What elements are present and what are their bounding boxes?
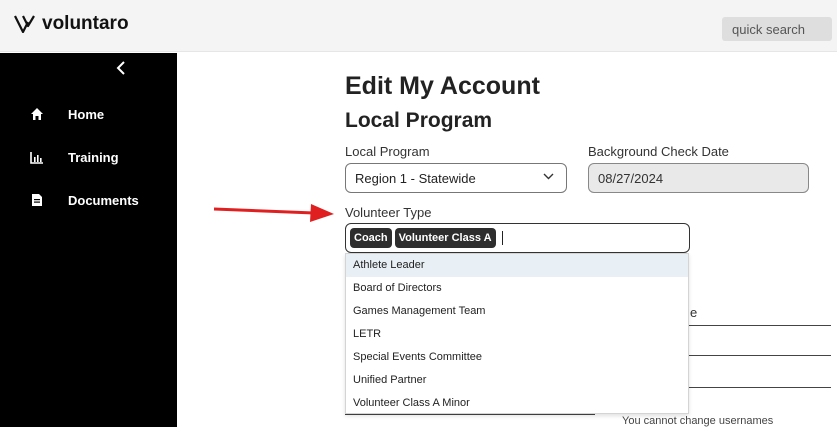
sidebar-item-home[interactable]: Home — [0, 101, 177, 127]
option-games-management-team[interactable]: Games Management Team — [346, 300, 688, 323]
page-title: Edit My Account — [345, 72, 540, 100]
option-special-events-committee[interactable]: Special Events Committee — [346, 346, 688, 369]
volunteer-type-dropdown: Athlete Leader Board of Directors Games … — [345, 253, 689, 414]
option-unified-partner[interactable]: Unified Partner — [346, 369, 688, 392]
local-program-label: Local Program — [345, 144, 430, 159]
quick-search-input[interactable] — [722, 17, 832, 41]
sidebar-item-training[interactable]: Training — [0, 144, 177, 170]
partial-field-label: e — [690, 305, 698, 320]
sidebar-item-documents[interactable]: Documents — [0, 187, 177, 213]
local-program-select[interactable]: Region 1 - Statewide — [345, 163, 567, 193]
option-athlete-leader[interactable]: Athlete Leader — [346, 254, 688, 277]
chart-icon — [30, 150, 44, 164]
text-caret — [501, 231, 503, 245]
background-check-date-field: 08/27/2024 — [588, 163, 809, 193]
section-title: Local Program — [345, 109, 493, 132]
background-check-label: Background Check Date — [588, 144, 729, 159]
chevron-down-icon — [543, 173, 554, 180]
annotation-arrow-icon — [213, 204, 334, 222]
local-program-value: Region 1 - Statewide — [355, 170, 476, 186]
background-check-date-value: 08/27/2024 — [598, 170, 664, 186]
volunteer-type-input[interactable]: Coach Volunteer Class A — [345, 223, 690, 253]
document-icon — [30, 193, 44, 207]
sidebar: Home Training Documents — [0, 53, 177, 427]
collapse-sidebar-icon[interactable] — [116, 61, 130, 79]
sidebar-item-label: Home — [68, 106, 105, 122]
sidebar-item-label: Documents — [68, 192, 139, 208]
option-board-of-directors[interactable]: Board of Directors — [346, 277, 688, 300]
voluntaro-logo-icon — [14, 15, 35, 33]
selected-tag-volunteer-class-a[interactable]: Volunteer Class A — [394, 228, 496, 248]
option-volunteer-class-a-minor[interactable]: Volunteer Class A Minor — [346, 392, 688, 415]
top-bar: voluntaro — [0, 0, 837, 52]
selected-tag-coach[interactable]: Coach — [350, 228, 392, 248]
app-name: voluntaro — [42, 13, 129, 34]
username-help-text: You cannot change usernames — [622, 415, 774, 427]
sidebar-item-label: Training — [68, 149, 119, 165]
app-logo[interactable]: voluntaro — [14, 13, 129, 35]
home-icon — [30, 107, 44, 121]
option-letr[interactable]: LETR — [346, 323, 688, 346]
volunteer-type-label: Volunteer Type — [345, 205, 432, 220]
